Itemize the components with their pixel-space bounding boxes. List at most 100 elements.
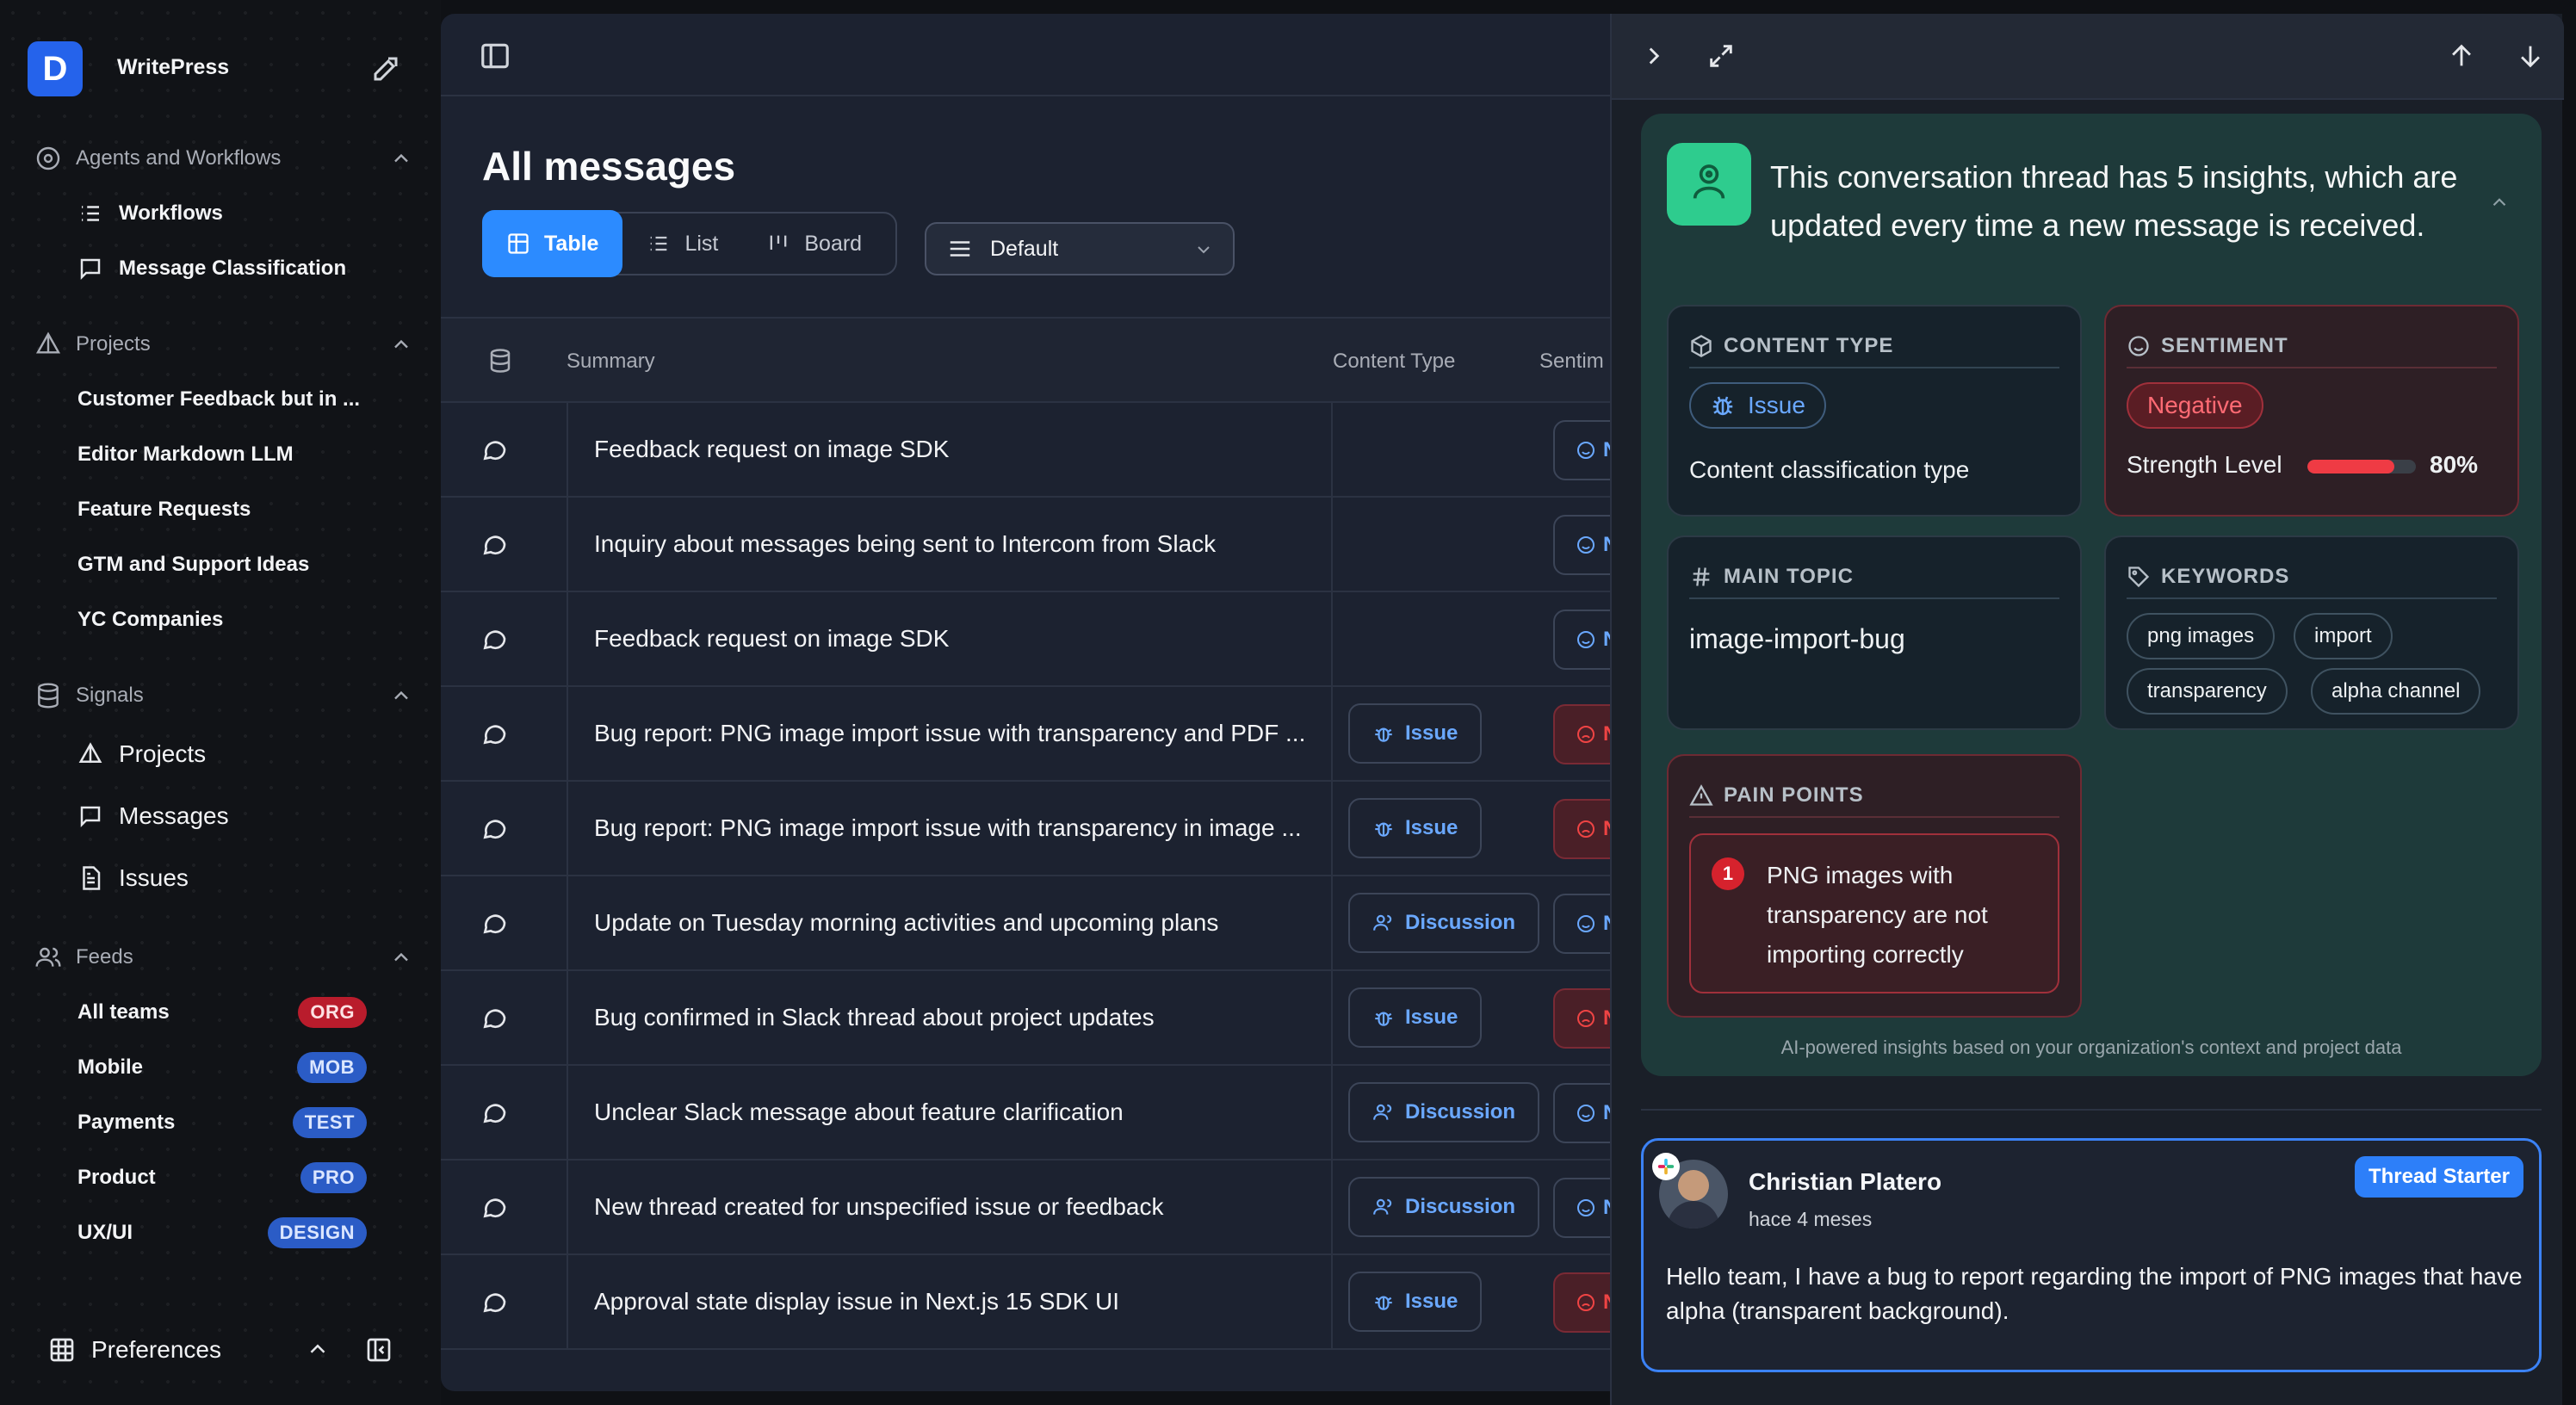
arrow-down-icon[interactable] [2516, 41, 2545, 71]
sidebar-project-item[interactable]: Editor Markdown LLM [77, 437, 370, 472]
arrow-up-icon[interactable] [2447, 41, 2476, 71]
chevron-up-icon[interactable] [389, 945, 413, 969]
keyword-tag[interactable]: alpha channel [2311, 668, 2481, 715]
sidebar-item-message-classification[interactable]: Message Classification [77, 251, 370, 286]
row-summary[interactable]: Bug report: PNG image import issue with … [567, 687, 1333, 780]
sidebar-project-item[interactable]: YC Companies [77, 603, 370, 637]
table-row[interactable]: Bug confirmed in Slack thread about proj… [441, 971, 1612, 1066]
main-topic-card: MAIN TOPIC image-import-bug [1667, 535, 2082, 730]
strength-label: Strength Level [2127, 451, 2282, 478]
row-icon-cell [461, 782, 579, 875]
app-logo[interactable]: D [28, 41, 83, 96]
sidebar-project-item[interactable]: Feature Requests [77, 492, 370, 527]
sentiment-pill[interactable]: N [1553, 1083, 1612, 1143]
document-icon [83, 866, 101, 890]
content-type-pill[interactable]: Issue [1348, 1272, 1483, 1332]
sort-select[interactable]: Default [925, 222, 1235, 275]
expand-icon[interactable] [1706, 41, 1736, 71]
smile-icon [1577, 915, 1595, 932]
sentiment-pill[interactable]: N [1553, 1178, 1612, 1238]
thread-starter-badge: Thread Starter [2354, 1156, 2523, 1198]
sentiment-pill[interactable]: N [1553, 610, 1612, 670]
chevron-right-icon[interactable] [1639, 41, 1669, 71]
sentiment-pill[interactable]: N [1553, 894, 1612, 954]
table-row[interactable]: Bug report: PNG image import issue with … [441, 687, 1612, 782]
chevron-up-icon[interactable] [2488, 191, 2511, 214]
section-feeds[interactable]: Feeds [34, 940, 413, 975]
tab-table[interactable]: Table [482, 210, 623, 277]
toggle-sidebar-icon[interactable] [479, 40, 511, 72]
pain-point-item: 1 PNG images with transparency are not i… [1689, 833, 2059, 993]
row-summary[interactable]: Approval state display issue in Next.js … [567, 1255, 1333, 1348]
chevron-up-icon[interactable] [389, 684, 413, 708]
sidebar-item-signals-messages[interactable]: Messages [77, 799, 370, 833]
sidebar-item-signals-issues[interactable]: Issues [77, 861, 370, 895]
table-row[interactable]: Feedback request on image SDK N [441, 403, 1612, 498]
section-agents-workflows[interactable]: Agents and Workflows [34, 141, 413, 176]
sentiment-pill[interactable]: N [1553, 1272, 1612, 1333]
column-content-type[interactable]: Content Type [1333, 350, 1455, 374]
content-type-pill[interactable]: Issue [1348, 703, 1483, 764]
strength-bar [2307, 460, 2416, 473]
thread-message[interactable]: Christian Platero hace 4 meses Thread St… [1641, 1138, 2542, 1372]
sentiment-pill[interactable]: N [1553, 420, 1612, 480]
table-row[interactable]: Update on Tuesday morning activities and… [441, 876, 1612, 971]
message-square-icon [80, 806, 101, 828]
sidebar-collapse-icon[interactable] [365, 1336, 393, 1364]
content-type-caption: Content classification type [1689, 456, 1970, 483]
table-row[interactable]: Inquiry about messages being sent to Int… [441, 498, 1612, 592]
row-summary[interactable]: Update on Tuesday morning activities and… [567, 876, 1333, 969]
box-icon [1691, 334, 1712, 358]
table-row[interactable]: New thread created for unspecified issue… [441, 1161, 1612, 1255]
main-topic-value: image-import-bug [1689, 623, 1905, 654]
users-icon [35, 947, 61, 967]
chevron-up-icon[interactable] [389, 332, 413, 356]
table-row[interactable]: Feedback request on image SDK N [441, 592, 1612, 687]
keyword-tag[interactable]: transparency [2127, 668, 2288, 715]
sidebar-project-item[interactable]: Customer Feedback but in ... [77, 382, 370, 417]
smile-icon [1577, 442, 1595, 459]
row-summary[interactable]: Bug confirmed in Slack thread about proj… [567, 971, 1333, 1064]
sentiment-pill[interactable]: N [1553, 704, 1612, 764]
keyword-tag[interactable]: import [2294, 613, 2393, 659]
sidebar-project-item[interactable]: GTM and Support Ideas [77, 548, 370, 582]
content-type-pill[interactable]: Discussion [1348, 893, 1540, 953]
table-row[interactable]: Unclear Slack message about feature clar… [441, 1066, 1612, 1161]
app-name[interactable]: WritePress [117, 55, 229, 80]
sidebar-item-signals-projects[interactable]: Projects [77, 737, 370, 771]
new-document-icon[interactable] [370, 53, 401, 84]
keywords-card: KEYWORDS png images import transparency … [2104, 535, 2519, 730]
column-sentiment[interactable]: Sentim [1539, 350, 1604, 374]
row-summary[interactable]: Bug report: PNG image import issue with … [567, 782, 1333, 875]
row-summary[interactable]: Unclear Slack message about feature clar… [567, 1066, 1333, 1159]
tab-board[interactable]: Board [742, 212, 886, 275]
row-summary[interactable]: Inquiry about messages being sent to Int… [567, 498, 1333, 591]
pain-point-number: 1 [1712, 857, 1744, 890]
content-type-pill[interactable]: Discussion [1348, 1177, 1540, 1237]
tab-list[interactable]: List [622, 212, 742, 275]
row-summary[interactable]: Feedback request on image SDK [567, 592, 1333, 685]
sidebar-item-workflows[interactable]: Workflows [77, 196, 370, 231]
column-summary[interactable]: Summary [567, 350, 655, 374]
row-content-type: Issue [1333, 782, 1557, 875]
section-projects[interactable]: Projects [34, 327, 413, 362]
row-summary[interactable]: Feedback request on image SDK [567, 403, 1333, 496]
sentiment-pill[interactable]: N [1553, 799, 1612, 859]
keyword-tag[interactable]: png images [2127, 613, 2276, 659]
section-signals[interactable]: Signals [34, 678, 413, 713]
chevron-up-icon[interactable] [389, 146, 413, 170]
sentiment-pill[interactable]: N [1553, 515, 1612, 575]
chevron-up-icon[interactable] [305, 1336, 331, 1362]
table-row[interactable]: Approval state display issue in Next.js … [441, 1255, 1612, 1350]
preferences-button[interactable]: Preferences [48, 1333, 410, 1367]
row-summary[interactable]: New thread created for unspecified issue… [567, 1161, 1333, 1253]
content-type-pill[interactable]: Discussion [1348, 1082, 1540, 1142]
content-type-pill[interactable]: Issue [1348, 987, 1483, 1048]
table-row[interactable]: Bug report: PNG image import issue with … [441, 782, 1612, 876]
table-icon [508, 233, 529, 254]
content-type-pill[interactable]: Issue [1348, 798, 1483, 858]
row-content-type: Issue [1333, 971, 1557, 1064]
users-icon [1373, 1104, 1392, 1120]
message-author[interactable]: Christian Platero [1749, 1168, 1941, 1196]
sentiment-pill[interactable]: N [1553, 988, 1612, 1049]
